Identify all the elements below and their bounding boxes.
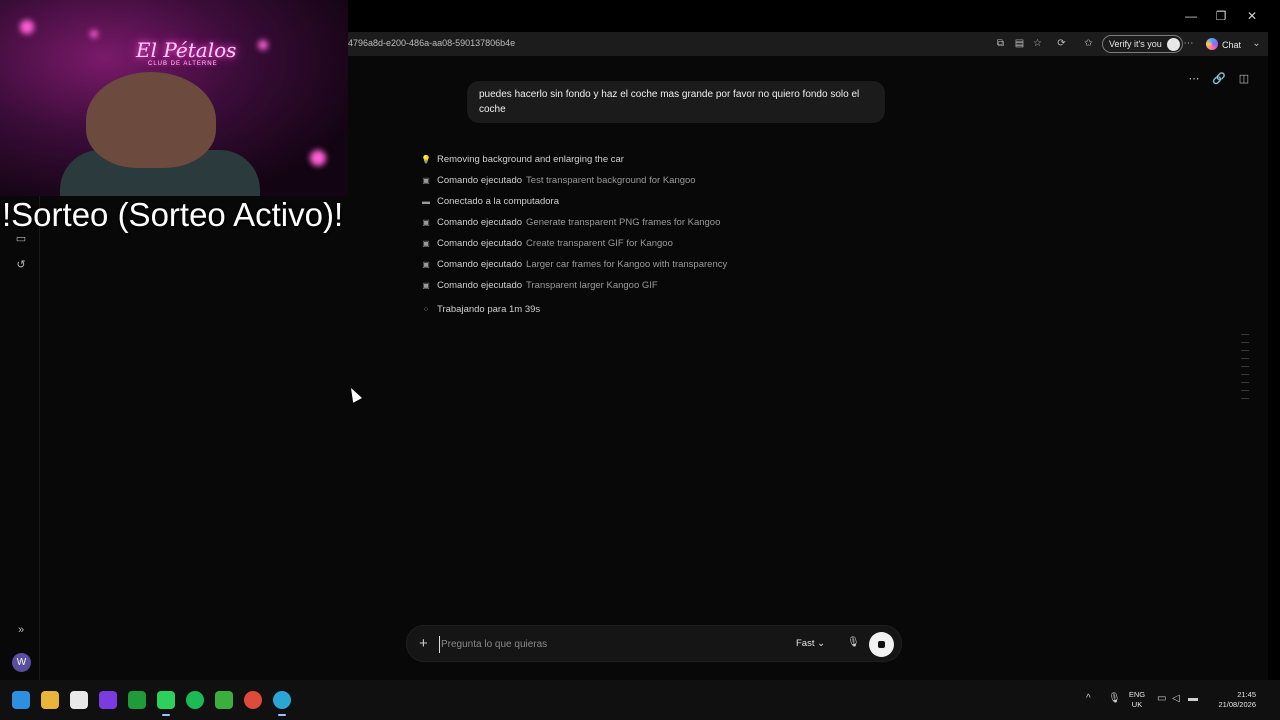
step-desc: Generate transparent PNG frames for Kang… — [526, 217, 721, 228]
chat-label: Chat — [1222, 40, 1242, 50]
streaming-app-icon[interactable] — [99, 691, 117, 709]
terminal-icon: ▣ — [422, 281, 430, 290]
prompt-input[interactable] — [439, 636, 769, 653]
taskbar: ^ 🎙 ENG UK ▭ ◁ ▬ 21:45 21/08/2026 — [0, 680, 1280, 720]
expand-sidebar-icon[interactable]: » — [14, 623, 28, 637]
show-hidden-icons-icon[interactable]: ^ — [1086, 693, 1091, 704]
mode-selector[interactable]: Fast ⌄ — [796, 638, 825, 649]
lightbulb-icon: 💡 — [421, 155, 431, 164]
network-icon[interactable]: ▭ — [1157, 693, 1166, 704]
step-desc: Create transparent GIF for Kangoo — [526, 238, 673, 249]
chevron-down-icon: ⌄ — [817, 638, 826, 649]
battery-icon[interactable]: ▬ — [1188, 693, 1198, 704]
step-label: Conectado a la computadora — [437, 196, 559, 207]
copilot-icon — [1206, 38, 1218, 50]
side-panel-icon[interactable]: ◫ — [1237, 72, 1251, 86]
language-indicator[interactable]: ENG UK — [1126, 690, 1148, 710]
step-desc: Larger car frames for Kangoo with transp… — [526, 259, 728, 270]
terminal-icon: ▣ — [422, 176, 430, 185]
lamp-light — [258, 40, 268, 50]
user-message: puedes hacerlo sin fondo y haz el coche … — [467, 81, 885, 123]
spinner-icon: ⁘ — [422, 305, 430, 314]
microphone-tray-icon[interactable]: 🎙 — [1108, 693, 1121, 704]
computer-icon: ▬ — [422, 197, 430, 206]
neon-sign-sub: CLUB DE ALTERNE — [148, 61, 218, 67]
mode-label: Fast — [796, 638, 815, 649]
terminal-icon: ▣ — [422, 218, 430, 227]
language-code: ENG — [1128, 690, 1146, 699]
step-label: Comando ejecutado — [437, 175, 523, 186]
verify-label: Verify it's you — [1109, 39, 1162, 49]
step-label: Comando ejecutado — [437, 217, 523, 228]
stop-icon — [878, 641, 885, 648]
more-options-icon[interactable]: ⋯ — [1182, 37, 1195, 50]
windows-start-icon[interactable] — [12, 691, 30, 709]
terminal-icon: ▣ — [422, 260, 430, 269]
volume-icon[interactable]: ◁ — [1172, 693, 1180, 704]
stop-generation-button[interactable] — [869, 632, 894, 657]
webcam-overlay: El Pétalos CLUB DE ALTERNE — [0, 0, 348, 196]
profile-avatar-icon — [1166, 38, 1180, 51]
add-attachment-button[interactable]: + — [419, 635, 428, 652]
user-avatar[interactable]: W — [12, 653, 31, 672]
extensions-icon[interactable]: ⟳ — [1055, 37, 1068, 50]
game-app-icon[interactable] — [157, 691, 175, 716]
app-available-icon[interactable]: ⧉ — [994, 37, 1007, 50]
microphone-icon[interactable]: 🎙 — [847, 637, 860, 648]
share-link-icon[interactable]: 🔗 — [1212, 72, 1226, 86]
url-text[interactable]: 4796a8d-e200-486a-aa08-590137806b4e — [348, 38, 515, 48]
neon-sign: El Pétalos — [136, 38, 237, 62]
composer: + Fast ⌄ 🎙 — [406, 625, 902, 662]
clock[interactable]: 21:45 21/08/2026 — [1210, 690, 1256, 710]
more-actions-icon[interactable]: ⋯ — [1187, 72, 1201, 86]
favorites-icon[interactable]: ✩ — [1082, 37, 1095, 50]
step-label: Comando ejecutado — [437, 259, 523, 270]
clock-time: 21:45 — [1237, 690, 1256, 699]
lamp-light — [90, 30, 98, 38]
favorite-star-icon[interactable]: ☆ — [1031, 37, 1044, 50]
history-icon[interactable]: ↺ — [14, 258, 28, 272]
streamer-head — [86, 72, 216, 168]
chrome-icon[interactable] — [244, 691, 262, 709]
launcher-icon[interactable] — [215, 691, 233, 709]
folder-icon[interactable]: ▭ — [14, 232, 28, 246]
giveaway-banner: !Sorteo (Sorteo Activo)! — [2, 196, 344, 233]
close-window-button[interactable]: ✕ — [1244, 8, 1260, 24]
lamp-light — [310, 150, 326, 166]
chevron-down-icon[interactable]: ⌄ — [1250, 37, 1263, 50]
step-label: Comando ejecutado — [437, 238, 523, 249]
step-label: Removing background and enlarging the ca… — [437, 154, 624, 165]
store-icon[interactable] — [70, 691, 88, 709]
file-explorer-icon[interactable] — [41, 691, 59, 709]
minimize-button[interactable]: — — [1183, 8, 1199, 24]
region-code: UK — [1131, 700, 1143, 709]
clock-date: 21/08/2026 — [1218, 700, 1256, 709]
reading-view-icon[interactable]: ▤ — [1013, 37, 1026, 50]
copilot-chat-button[interactable]: Chat — [1206, 38, 1241, 50]
working-status-text: Trabajando para 1m 39s — [437, 304, 541, 315]
step-label: Comando ejecutado — [437, 280, 523, 291]
xbox-icon[interactable] — [128, 691, 146, 709]
step-desc: Test transparent background for Kangoo — [526, 175, 696, 186]
lamp-light — [20, 20, 34, 34]
spotify-icon[interactable] — [186, 691, 204, 709]
edge-icon[interactable] — [273, 691, 291, 716]
step-desc: Transparent larger Kangoo GIF — [526, 280, 658, 291]
scroll-indicator[interactable] — [1241, 334, 1251, 406]
verify-profile-button[interactable]: Verify it's you — [1102, 35, 1183, 53]
terminal-icon: ▣ — [422, 239, 430, 248]
restore-button[interactable]: ❐ — [1213, 8, 1229, 24]
